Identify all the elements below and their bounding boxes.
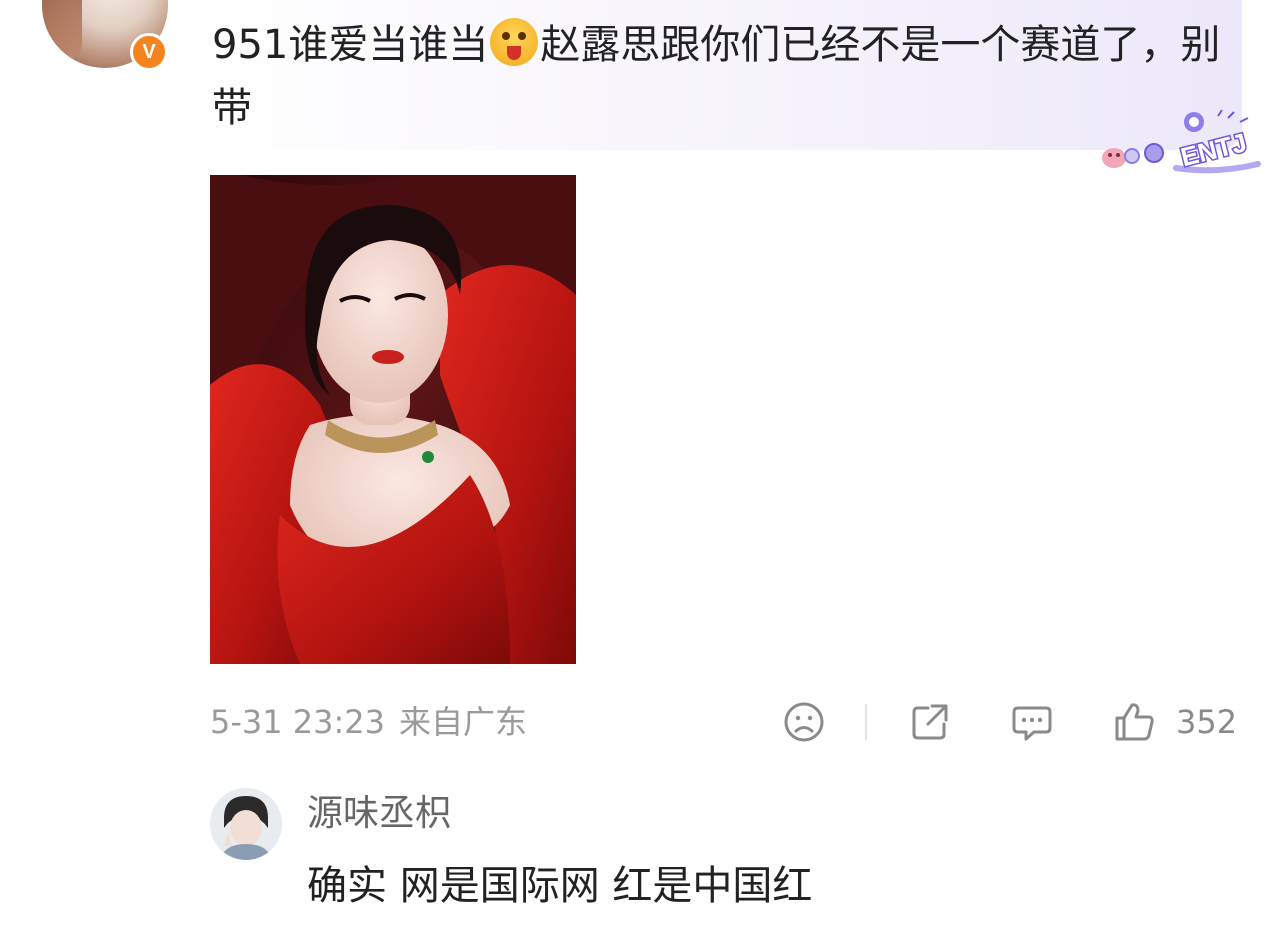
share-icon[interactable]: [908, 700, 952, 744]
comment-meta: 5-31 23:23 来自广东: [210, 700, 541, 744]
sad-face-icon[interactable]: [782, 700, 826, 744]
comment-thread: V 951谁爱当谁当 赵露思跟你们已经不是一个赛道了，别带 ENTJ 5-31 …: [0, 0, 1284, 926]
verified-badge-icon: V: [130, 33, 168, 71]
comment-text[interactable]: 951谁爱当谁当 赵露思跟你们已经不是一个赛道了，别带: [212, 14, 1222, 140]
comment-text-part1: 951谁爱当谁当: [212, 22, 489, 68]
like-count: 352: [1176, 703, 1238, 741]
woman-in-red-dress-photo[interactable]: [210, 175, 576, 664]
reply-user-avatar[interactable]: [210, 788, 282, 860]
timestamp: 5-31 23:23: [210, 703, 386, 741]
thumbs-up-icon[interactable]: [1112, 700, 1156, 744]
reply-text[interactable]: 确实 网是国际网 红是中国红: [307, 860, 812, 912]
avatar-hair-shape: [42, 0, 82, 62]
reply-username[interactable]: 源味丞枳: [307, 790, 451, 838]
drooling-face-emoji-icon: [490, 18, 539, 66]
action-divider: [865, 704, 867, 740]
location: 来自广东: [399, 703, 528, 741]
comment-icon[interactable]: [1010, 700, 1054, 744]
entj-sticker-icon: ENTJ: [1102, 109, 1261, 174]
